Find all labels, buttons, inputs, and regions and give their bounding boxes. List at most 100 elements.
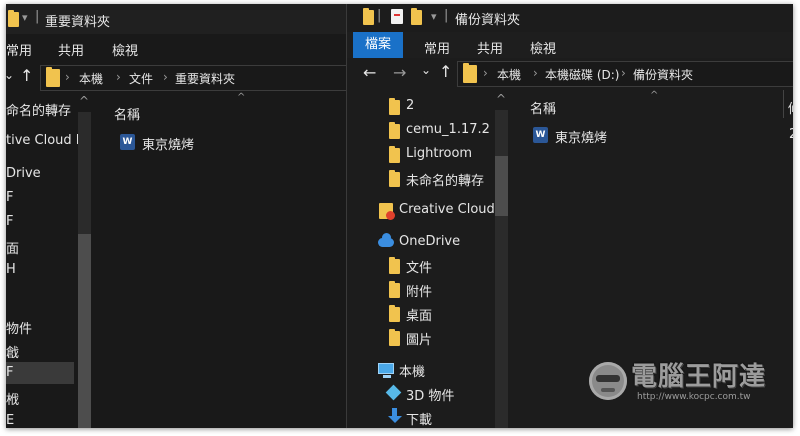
- word-doc-icon: W: [120, 134, 138, 150]
- breadcrumb-this-pc[interactable]: 本機: [497, 66, 521, 83]
- nav-item[interactable]: Creative Cloud Fi: [399, 202, 509, 217]
- column-header-name[interactable]: 名稱: [114, 104, 140, 123]
- scrollbar-thumb[interactable]: [78, 234, 91, 428]
- file-name: 東京燒烤: [555, 131, 608, 146]
- nav-item[interactable]: 本機: [399, 361, 425, 380]
- ribbon-tabs: 檔案 常用 共用 檢視: [347, 32, 793, 58]
- nav-item[interactable]: 命名的轉存: [6, 100, 71, 119]
- column-header-date-partial[interactable]: 修: [788, 98, 793, 117]
- tab-share[interactable]: 共用: [58, 40, 84, 59]
- breadcrumb-drive-d[interactable]: 本機磁碟 (D:): [545, 66, 619, 83]
- address-row: ⌄ ↑ › 本機 › 文件 › 重要資料夾: [6, 62, 346, 92]
- nav-item[interactable]: 3D 物件: [406, 385, 454, 404]
- qat-dropdown-icon[interactable]: ▾: [431, 10, 437, 23]
- nav-item[interactable]: OneDrive: [399, 234, 460, 249]
- nav-item[interactable]: E: [6, 413, 14, 428]
- nav-item[interactable]: 戧: [6, 342, 19, 361]
- nav-item[interactable]: tive Cloud Fi: [6, 133, 86, 148]
- breadcrumb-this-pc[interactable]: 本機: [79, 70, 103, 87]
- address-bar[interactable]: › 本機 › 本機磁碟 (D:) › 備份資料夾: [457, 61, 793, 87]
- breadcrumb-separator-icon: ›: [116, 70, 121, 84]
- 3d-objects-icon: [385, 384, 402, 401]
- navigation-pane: 2 cemu_1.17.2 Lightroom 未命名的轉存 Creative …: [347, 88, 511, 428]
- nav-item[interactable]: 面: [6, 238, 19, 257]
- back-arrow-icon[interactable]: ←: [363, 63, 376, 82]
- nav-item[interactable]: cemu_1.17.2: [406, 122, 490, 137]
- scrollbar-thumb[interactable]: [495, 156, 508, 216]
- nav-item[interactable]: 物件: [6, 318, 32, 337]
- folder-icon: [463, 63, 477, 83]
- tab-file[interactable]: 檔案: [353, 32, 403, 58]
- recent-locations-chevron-icon[interactable]: ⌄: [6, 68, 14, 82]
- breadcrumb-separator-icon: ›: [163, 70, 168, 84]
- window-title: 備份資料夾: [455, 13, 521, 28]
- breadcrumb-separator-icon: ›: [621, 66, 626, 80]
- folder-icon: [389, 281, 400, 298]
- folder-icon: [389, 257, 400, 274]
- scroll-up-icon[interactable]: ^: [79, 94, 89, 108]
- tab-view[interactable]: 檢視: [530, 38, 556, 57]
- window-title: 重要資料夾: [45, 15, 111, 30]
- title-separator: |: [444, 8, 449, 23]
- explorer-window-right: | ▾ | 備份資料夾 檔案 常用 共用 檢視 ← → ⌄ ↑ › 本機 › 本…: [347, 4, 793, 428]
- tab-home[interactable]: 常用: [6, 40, 32, 59]
- folder-icon: [389, 329, 400, 346]
- tab-share[interactable]: 共用: [477, 38, 503, 57]
- breadcrumb-current-folder[interactable]: 重要資料夾: [175, 70, 235, 87]
- column-divider[interactable]: [783, 90, 784, 118]
- nav-item[interactable]: 未命名的轉存: [406, 170, 484, 189]
- folder-icon: [389, 305, 400, 322]
- title-separator: |: [377, 8, 382, 23]
- nav-item[interactable]: 2: [406, 98, 414, 113]
- nav-item[interactable]: H: [6, 262, 16, 277]
- folder-icon: [389, 98, 400, 115]
- ribbon-tabs: 常用 共用 檢視: [6, 34, 346, 60]
- tab-view[interactable]: 檢視: [112, 40, 138, 59]
- new-folder-icon[interactable]: [411, 8, 422, 25]
- nav-item-selected[interactable]: [6, 362, 74, 384]
- nav-item[interactable]: F: [6, 365, 13, 380]
- address-bar[interactable]: › 本機 › 文件 › 重要資料夾: [40, 65, 346, 91]
- creative-cloud-folder-icon: [379, 203, 395, 220]
- qat-dropdown-icon[interactable]: ▾: [22, 11, 28, 24]
- file-date-partial: 2: [789, 127, 793, 142]
- nav-item[interactable]: F: [6, 214, 13, 229]
- nav-item[interactable]: 桌面: [406, 305, 432, 324]
- recent-locations-chevron-icon[interactable]: ⌄: [421, 63, 431, 77]
- onedrive-cloud-icon: [378, 233, 394, 247]
- breadcrumb-separator-icon: ›: [483, 66, 488, 80]
- list-item[interactable]: W 東京燒烤: [112, 132, 232, 154]
- scroll-up-icon[interactable]: ^: [496, 92, 506, 106]
- up-arrow-icon[interactable]: ↑: [439, 62, 452, 81]
- title-separator: |: [35, 9, 40, 24]
- title-bar: ▾ | 重要資料夾: [6, 4, 346, 34]
- folder-icon: [363, 8, 374, 25]
- nav-scrollbar[interactable]: [78, 112, 91, 428]
- file-list: ^ 名稱 W 東京燒烤: [102, 92, 346, 428]
- nav-item[interactable]: 附件: [406, 281, 432, 300]
- nav-item[interactable]: F: [6, 190, 13, 205]
- column-header-name[interactable]: 名稱: [530, 98, 556, 117]
- nav-item[interactable]: Drive: [6, 166, 41, 181]
- breadcrumb-separator-icon: ›: [65, 70, 70, 84]
- folder-icon: [389, 122, 400, 139]
- breadcrumb-documents[interactable]: 文件: [129, 70, 153, 87]
- nav-item[interactable]: 文件: [406, 257, 432, 276]
- tab-home[interactable]: 常用: [424, 38, 450, 57]
- list-item[interactable]: W 東京燒烤 2: [525, 124, 793, 146]
- up-arrow-icon[interactable]: ↑: [20, 66, 33, 85]
- sort-ascending-icon: ^: [237, 92, 246, 103]
- nav-item[interactable]: 下載: [406, 409, 432, 428]
- downloads-icon: [387, 408, 402, 424]
- navigation-pane: 命名的轉存 tive Cloud Fi Drive F F 面 H 物件 戧 F…: [6, 92, 96, 428]
- nav-item[interactable]: 栰: [6, 389, 19, 408]
- breadcrumb-current-folder[interactable]: 備份資料夾: [633, 66, 693, 83]
- properties-icon[interactable]: [391, 9, 403, 24]
- explorer-window-left: ▾ | 重要資料夾 常用 共用 檢視 ⌄ ↑ › 本機 › 文件 › 重要資料夾…: [6, 4, 346, 428]
- nav-item[interactable]: Lightroom: [406, 146, 472, 161]
- nav-scrollbar[interactable]: [495, 110, 508, 428]
- forward-arrow-icon[interactable]: →: [393, 63, 406, 82]
- mascot-logo: [589, 362, 627, 400]
- site-watermark: 電腦王阿達 http://www.kocpc.com.tw: [589, 354, 779, 410]
- nav-item[interactable]: 圖片: [406, 329, 432, 348]
